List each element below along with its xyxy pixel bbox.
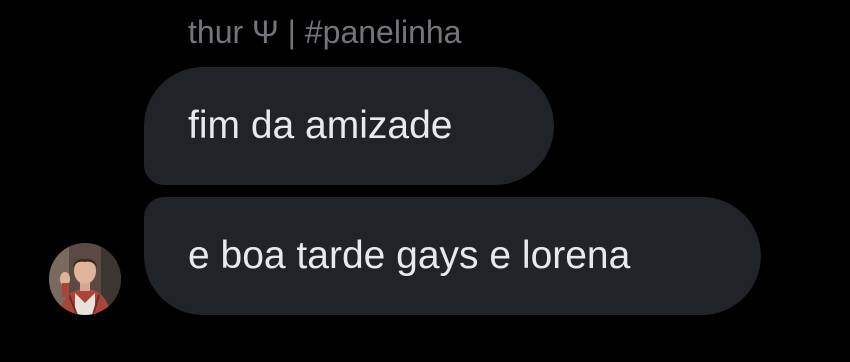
message-bubble[interactable]: fim da amizade [144,67,554,185]
message-text: fim da amizade [188,104,453,147]
avatar[interactable] [49,243,121,315]
avatar-photo-icon [49,243,121,315]
message-text: e boa tarde gays e lorena [188,234,631,277]
sender-name[interactable]: thur Ψ | #panelinha [188,12,461,52]
message-bubble[interactable]: e boa tarde gays e lorena [144,197,761,315]
